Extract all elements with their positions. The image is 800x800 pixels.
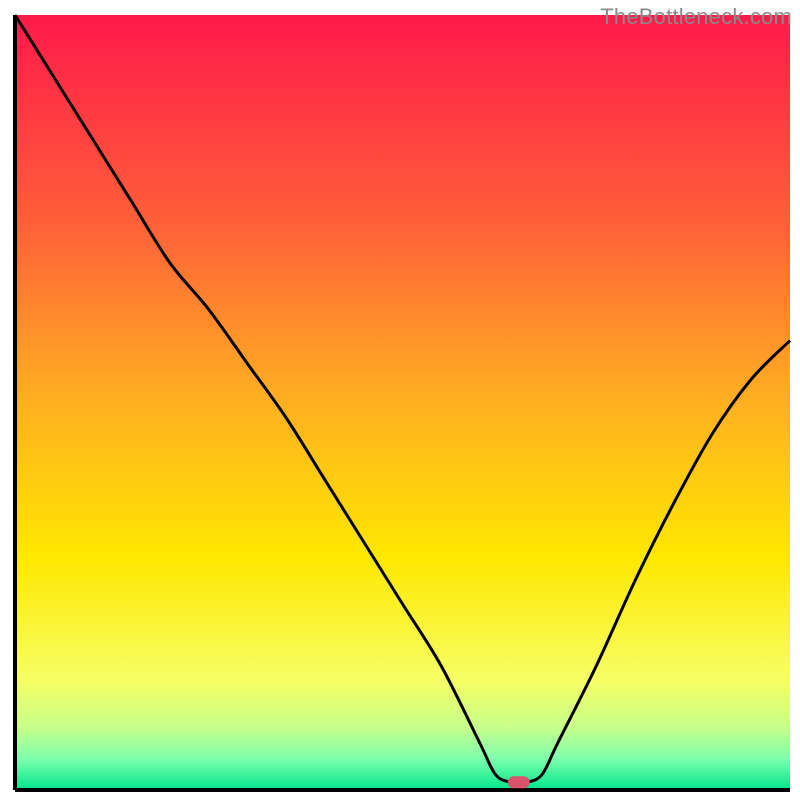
bottleneck-chart (0, 0, 800, 800)
watermark-text: TheBottleneck.com (600, 4, 792, 30)
chart-container: TheBottleneck.com (0, 0, 800, 800)
minimum-marker (508, 776, 530, 788)
plot-background (15, 15, 790, 790)
